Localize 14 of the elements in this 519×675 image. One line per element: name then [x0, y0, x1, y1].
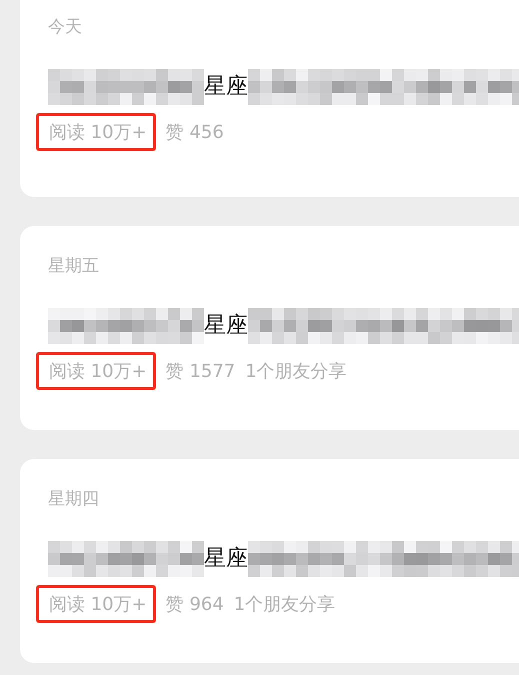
read-count: 阅读 10万+ [36, 352, 156, 390]
read-count: 阅读 10万+ [36, 585, 156, 623]
share-count: 1个朋友分享 [234, 593, 336, 616]
share-count: 1个朋友分享 [245, 360, 347, 383]
article-title[interactable]: 星座 [204, 312, 248, 340]
like-count: 赞 964 [166, 593, 224, 616]
like-count: 赞 456 [166, 121, 224, 144]
like-count: 赞 1577 [166, 360, 236, 383]
date-label: 星期四 [48, 488, 100, 511]
article-title[interactable]: 星座 [204, 545, 248, 573]
date-label: 星期五 [48, 255, 100, 278]
article-title[interactable]: 星座 [204, 73, 248, 101]
date-label: 今天 [48, 16, 83, 39]
read-count: 阅读 10万+ [36, 113, 156, 151]
